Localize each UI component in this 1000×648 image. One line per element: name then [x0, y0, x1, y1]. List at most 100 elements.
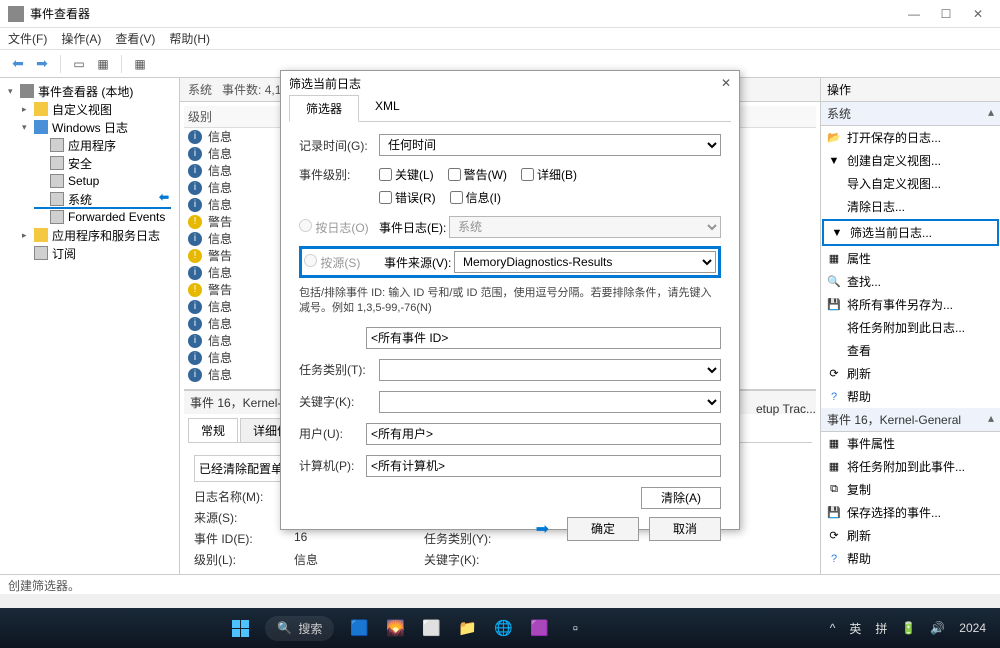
dialog-title: 筛选当前日志 [289, 75, 361, 92]
event-id-input[interactable] [366, 327, 721, 349]
taskbar-icon[interactable]: 🟪 [528, 617, 550, 639]
action-save-all[interactable]: 💾将所有事件另存为... [821, 293, 1000, 316]
actions-header: 操作 [821, 78, 1000, 102]
dialog-close-button[interactable]: ✕ [721, 76, 731, 90]
category-label: 任务类别(T): [299, 361, 379, 378]
forward-button[interactable]: ➡ [32, 54, 52, 74]
dialog-tab-filter[interactable]: 筛选器 [289, 95, 359, 122]
battery-icon[interactable]: 🔋 [901, 621, 916, 635]
action-clear-log[interactable]: 清除日志... [821, 195, 1000, 218]
dialog-tab-xml[interactable]: XML [359, 95, 416, 121]
event-level: 警告 [208, 213, 232, 230]
menu-view[interactable]: 查看(V) [115, 30, 155, 47]
back-button[interactable]: ⬅ [8, 54, 28, 74]
action-save-selected[interactable]: 💾保存选择的事件... [821, 501, 1000, 524]
tree-custom-views[interactable]: ▸自定义视图 [4, 100, 175, 118]
level-label: 事件级别: [299, 166, 379, 183]
label: 来源(S): [194, 509, 284, 526]
taskbar-icon[interactable]: 🟦 [348, 617, 370, 639]
check-error[interactable]: 错误(R) [379, 189, 436, 206]
action-event-properties[interactable]: ▦事件属性 [821, 432, 1000, 455]
help-icon: ? [827, 390, 841, 404]
action-find[interactable]: 🔍查找... [821, 270, 1000, 293]
toolbar-icon[interactable]: ▦ [130, 54, 150, 74]
page-icon: ▦ [827, 252, 841, 266]
eventlog-label: 事件日志(E): [379, 219, 449, 236]
action-properties[interactable]: ▦属性 [821, 247, 1000, 270]
tree-subscribe[interactable]: 订阅 [4, 244, 175, 262]
tab-general[interactable]: 常规 [188, 418, 238, 442]
collapse-icon[interactable]: ▴ [988, 411, 994, 425]
folder-icon: 📂 [827, 131, 841, 145]
maximize-button[interactable]: ☐ [940, 7, 952, 21]
action-import-view[interactable]: 导入自定义视图... [821, 172, 1000, 195]
info-icon: i [188, 368, 202, 382]
search-icon: 🔍 [277, 621, 292, 635]
tree-app-service-logs[interactable]: ▸应用程序和服务日志 [4, 226, 175, 244]
action-create-view[interactable]: ▼创建自定义视图... [821, 149, 1000, 172]
info-icon: i [188, 334, 202, 348]
action-attach-task[interactable]: 将任务附加到此日志... [821, 316, 1000, 339]
taskbar-icon[interactable]: 🌄 [384, 617, 406, 639]
cancel-button[interactable]: 取消 [649, 517, 721, 541]
check-warning[interactable]: 警告(W) [448, 166, 507, 183]
help-icon: ? [827, 552, 841, 566]
action-help[interactable]: ?帮助 [821, 385, 1000, 408]
volume-icon[interactable]: 🔊 [930, 621, 945, 635]
action-refresh[interactable]: ⟳刷新 [821, 362, 1000, 385]
user-input[interactable] [366, 423, 721, 445]
value: 信息 [294, 551, 414, 568]
category-select[interactable] [379, 359, 721, 381]
nav-tree: ▾事件查看器 (本地) ▸自定义视图 ▾Windows 日志 应用程序 安全 S… [0, 78, 180, 588]
action-filter-current-log[interactable]: ▼筛选当前日志... [822, 219, 999, 246]
logtime-select[interactable]: 任何时间 [379, 134, 721, 156]
edge-icon[interactable]: 🌐 [492, 617, 514, 639]
computer-input[interactable] [366, 455, 721, 477]
toolbar-icon[interactable]: ▭ [69, 54, 89, 74]
ok-button[interactable]: 确定 [567, 517, 639, 541]
tree-windows-logs[interactable]: ▾Windows 日志 [4, 118, 175, 136]
tray-chevron-icon[interactable]: ^ [830, 621, 836, 635]
taskbar-search[interactable]: 🔍搜索 [265, 616, 334, 641]
action-view[interactable]: 查看 [821, 339, 1000, 362]
close-button[interactable]: ✕ [972, 7, 984, 21]
keywords-select[interactable] [379, 391, 721, 413]
label: 日志名称(M): [194, 488, 284, 505]
tree-system[interactable]: 系统⬅ [4, 190, 175, 208]
page-icon: ▦ [827, 437, 841, 451]
start-button[interactable] [229, 617, 251, 639]
source-label: 事件来源(V): [384, 254, 454, 271]
menu-operation[interactable]: 操作(A) [61, 30, 101, 47]
taskbar-icon[interactable]: ⬜ [420, 617, 442, 639]
check-info[interactable]: 信息(I) [450, 189, 501, 206]
ime-mode[interactable]: 拼 [875, 620, 887, 637]
action-copy[interactable]: ⧉复制 [821, 478, 1000, 501]
event-level: 信息 [208, 349, 232, 366]
check-critical[interactable]: 关键(L) [379, 166, 434, 183]
tree-setup[interactable]: Setup [4, 172, 175, 190]
source-select[interactable]: MemoryDiagnostics-Results [454, 251, 716, 273]
clear-button[interactable]: 清除(A) [641, 487, 721, 509]
filter-icon: ▼ [827, 154, 841, 168]
info-icon: i [188, 198, 202, 212]
menu-file[interactable]: 文件(F) [8, 30, 47, 47]
separator [121, 55, 122, 73]
menu-help[interactable]: 帮助(H) [169, 30, 210, 47]
action-attach-event-task[interactable]: ▦将任务附加到此事件... [821, 455, 1000, 478]
tree-forwarded[interactable]: Forwarded Events [4, 208, 175, 226]
action-open-saved-log[interactable]: 📂打开保存的日志... [821, 126, 1000, 149]
tree-root[interactable]: ▾事件查看器 (本地) [4, 82, 175, 100]
tree-application[interactable]: 应用程序 [4, 136, 175, 154]
ime-lang[interactable]: 英 [849, 620, 861, 637]
clock[interactable]: 2024 [959, 621, 986, 635]
file-explorer-icon[interactable]: 📁 [456, 617, 478, 639]
action-help2[interactable]: ?帮助 [821, 547, 1000, 570]
action-refresh2[interactable]: ⟳刷新 [821, 524, 1000, 547]
copy-icon: ⧉ [827, 483, 841, 497]
toolbar-icon[interactable]: ▦ [93, 54, 113, 74]
collapse-icon[interactable]: ▴ [988, 105, 994, 119]
check-verbose[interactable]: 详细(B) [521, 166, 577, 183]
tree-security[interactable]: 安全 [4, 154, 175, 172]
taskbar-icon[interactable]: ▫ [564, 617, 586, 639]
minimize-button[interactable]: — [908, 7, 920, 21]
